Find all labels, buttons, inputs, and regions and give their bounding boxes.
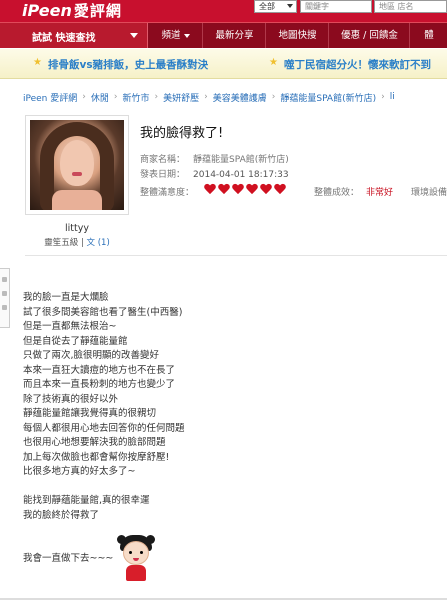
quick-search-button[interactable]: 試試 快速查找 <box>0 23 148 48</box>
search-place-input[interactable]: 地區 店名 <box>374 0 447 13</box>
body-line: 每個人都很用心地去回答你的任何問題 <box>23 422 185 434</box>
chevron-right-icon: › <box>82 92 86 102</box>
logo-text: iPeen <box>22 1 72 20</box>
nav-item-deals[interactable]: 優惠 / 回饋金 <box>330 23 410 48</box>
shop-name-link[interactable]: 靜蕴能量SPA館(新竹店) <box>193 155 289 165</box>
site-logo[interactable]: iPeen 愛評網 <box>22 1 122 20</box>
side-toolbar[interactable] <box>0 268 10 328</box>
body-line: 試了很多間美容館也看了醫生(中西醫) <box>23 306 183 318</box>
body-line: 但是一直都無法根治~ <box>23 321 117 332</box>
body-line: 也很用心地想要解決我的臉部問題 <box>23 437 166 448</box>
heart-icon <box>204 184 216 196</box>
shop-row: 商家名稱： 靜蕴能量SPA館(新竹店) <box>140 152 289 165</box>
banner-link-left[interactable]: 排骨飯vs豬排飯，史上最香酥對決 <box>48 57 208 72</box>
post-body: 我的臉一直是大爛臉 試了很多間美容館也看了醫生(中西醫) 但是一直都無法根治~ … <box>23 291 423 567</box>
heart-icon <box>246 184 258 196</box>
user-meta: 靈笙五級 | 文 (1) <box>25 236 129 248</box>
share-icon[interactable] <box>2 291 7 296</box>
star-icon: ★ <box>269 57 278 68</box>
nav-item-latest[interactable]: 最新分享 <box>204 23 266 48</box>
body-line: 能找到靜蕴能量館,真的很幸運 <box>23 495 150 506</box>
user-level: 靈笙五級 <box>44 238 79 248</box>
heart-icon <box>232 184 244 196</box>
banner-link-right[interactable]: 噬丁民宿超分火！懷來軟訂不到 <box>284 57 431 72</box>
breadcrumb-item[interactable]: 美妍舒壓 <box>163 91 199 104</box>
body-line: 而且本來一直長粉刺的地方也變少了 <box>23 379 176 390</box>
body-line: 但是自從去了靜蕴能量館 <box>23 335 128 347</box>
breadcrumb-item[interactable]: iPeen 愛評網 <box>23 91 77 104</box>
shop-label: 商家名稱： <box>140 155 186 165</box>
breadcrumb-item[interactable]: 休閒 <box>91 91 109 104</box>
chevron-down-icon <box>183 33 190 38</box>
avatar[interactable] <box>25 115 129 215</box>
body-line: 靜蕴能量館讓我覺得真的很親切 <box>23 408 157 419</box>
divider <box>25 255 447 256</box>
user-articles-link[interactable]: 文 (1) <box>87 238 110 248</box>
breadcrumb-item[interactable]: 靜蕴能量SPA館(新竹店) <box>280 91 376 104</box>
chevron-down-icon <box>287 4 293 8</box>
chevron-right-icon: › <box>271 92 276 102</box>
nav-item-map-search[interactable]: 地圖快搜 <box>267 23 329 48</box>
chevron-down-icon <box>130 33 138 38</box>
breadcrumb: iPeen 愛評網 › 休閒 › 新竹市 › 美妍舒壓 › 美容美體護膚 › 靜… <box>23 91 395 104</box>
breadcrumb-item[interactable]: 美容美體護膚 <box>213 91 267 104</box>
body-line: 我會一直做下去~~~ <box>23 553 114 564</box>
date-row: 發表日期： 2014-04-01 18:17:33 <box>140 167 289 180</box>
heart-icon <box>260 184 272 196</box>
body-line <box>23 480 423 495</box>
result-label: 整體成效： <box>314 188 360 198</box>
nav-item-channels[interactable]: 頻道 <box>149 23 203 48</box>
heart-icon <box>218 184 230 196</box>
breadcrumb-item[interactable]: li <box>390 92 395 102</box>
chevron-right-icon: › <box>381 92 385 102</box>
main-nav: 試試 快速查找 頻道 最新分享 地圖快搜 優惠 / 回饋金 體 <box>0 22 447 48</box>
body-line: 我的臉一直是大爛臉 <box>23 292 109 303</box>
rating-hearts <box>204 184 286 196</box>
body-line: 我的臉終於得救了 <box>23 509 100 521</box>
logo-text-cn: 愛評網 <box>73 2 122 20</box>
share-icon[interactable] <box>2 305 7 310</box>
star-icon: ★ <box>33 57 42 68</box>
body-line: 除了技術真的很好以外 <box>23 393 119 405</box>
promo-banner: ★ 排骨飯vs豬排飯，史上最香酥對決 ★ 噬丁民宿超分火！懷來軟訂不到 <box>0 49 447 79</box>
chevron-right-icon: › <box>204 92 208 102</box>
env-label: 環境設備 <box>411 188 447 198</box>
body-line: 加上每次做臉也都會幫你按摩舒壓! <box>23 451 170 463</box>
chevron-right-icon: › <box>154 92 159 102</box>
top-header: iPeen 愛評網 全部 關鍵字 地區 店名 <box>0 0 447 22</box>
username[interactable]: littyy <box>25 223 129 234</box>
post-title: 我的臉得救了! <box>140 126 224 141</box>
body-line <box>23 523 423 538</box>
nav-item-more[interactable]: 體 <box>411 23 447 48</box>
body-line: 只做了兩次,臉很明顯的改善變好 <box>23 350 160 361</box>
breadcrumb-item[interactable]: 新竹市 <box>122 91 149 104</box>
meta-separator: | <box>80 238 84 248</box>
share-icon[interactable] <box>2 277 7 282</box>
result-value: 非常好 <box>366 188 394 198</box>
body-line: 比很多地方真的好太多了~ <box>23 466 136 477</box>
heart-icon <box>274 184 286 196</box>
body-line <box>23 538 423 553</box>
avatar-image <box>30 120 124 210</box>
girl-sticker-icon <box>117 535 155 583</box>
body-line: 本來一直狂大讀痘的地方也不在長了 <box>23 364 176 376</box>
chevron-right-icon: › <box>113 92 118 102</box>
search-category-select[interactable]: 全部 <box>254 0 297 13</box>
search-keyword-input[interactable]: 關鍵字 <box>300 0 372 13</box>
date-label: 發表日期： <box>140 170 186 180</box>
overall-label: 整體滿意度： <box>140 188 195 198</box>
date-value: 2014-04-01 18:17:33 <box>193 170 289 180</box>
